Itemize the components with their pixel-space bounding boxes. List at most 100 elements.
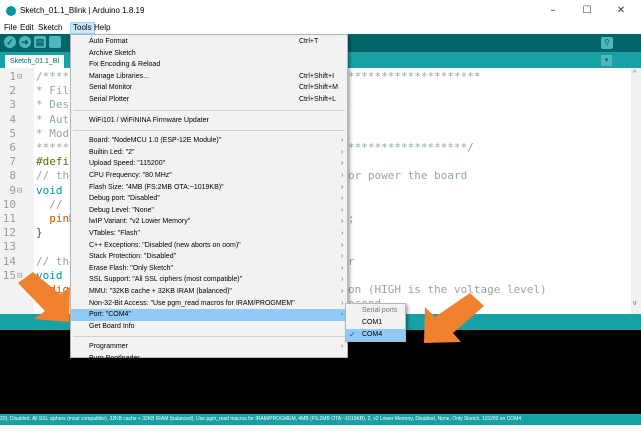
tools-item-debug-level-none[interactable]: Debug Level: "None" ›	[71, 205, 347, 217]
port-option-com1[interactable]: COM1	[346, 317, 405, 329]
line-number: 14	[2, 254, 16, 268]
tools-dropdown-menu: Auto Format Ctrl+T Archive Sketch Fix Encod…	[70, 34, 348, 362]
line-number: 9	[9, 183, 16, 197]
scroll-down-icon[interactable]: v	[633, 300, 637, 307]
menu-item-shortcut: Ctrl+Shift+M	[299, 84, 338, 92]
tools-item-mmu-32kb-cache-32kb-iram-balan[interactable]: MMU: "32KB cache + 32KB IRAM (balanced)"…	[71, 286, 347, 298]
close-button[interactable]: ✕	[606, 2, 636, 20]
line-number: 5	[9, 126, 16, 140]
menu-help[interactable]: Help	[92, 22, 112, 34]
submenu-arrow-icon: ›	[341, 148, 344, 156]
tools-item-wifi101-wifinina-firmware-upda[interactable]: WiFi101 / WiFiNINA Firmware Updater	[71, 115, 347, 127]
menu-item-label: Flash Size: "4MB (FS:2MB OTA:~1019KB)"	[89, 183, 224, 191]
line-number: 7	[9, 155, 16, 169]
serial-monitor-button[interactable]: ⚲	[601, 37, 613, 49]
maximize-button[interactable]: ☐	[572, 2, 602, 20]
menu-edit[interactable]: Edit	[18, 22, 36, 34]
submenu-arrow-icon: ›	[341, 230, 344, 237]
submenu-arrow-icon: ›	[341, 288, 344, 295]
tools-item-ssl-support-all-ssl-ciphers-mo[interactable]: SSL Support: "All SSL ciphers (most comp…	[71, 274, 347, 286]
port-option-label: COM1	[362, 319, 383, 326]
tools-item-vtables-flash[interactable]: VTables: "Flash" ›	[71, 228, 347, 240]
tools-item-upload-speed-115200[interactable]: Upload Speed: "115200" ›	[71, 158, 347, 170]
tools-item-flash-size-4mb-fs-2mb-ota-1019[interactable]: Flash Size: "4MB (FS:2MB OTA:~1019KB)" ›	[71, 182, 347, 194]
submenu-arrow-icon: ›	[341, 137, 344, 145]
menu-file[interactable]: File	[2, 22, 19, 34]
line-number: 6	[9, 141, 16, 154]
line-number: 11	[2, 212, 16, 225]
fold-marker-icon[interactable]: ⊟	[17, 70, 22, 84]
submenu-arrow-icon: ›	[341, 241, 344, 249]
menu-separator	[73, 336, 345, 338]
code-line: del	[36, 297, 70, 311]
line-number: 1	[9, 70, 16, 83]
line-number: 15	[2, 268, 16, 282]
menu-item-label: Serial Monitor	[89, 84, 133, 92]
upload-button[interactable]: ➜	[19, 36, 31, 48]
tools-item-non-32-bit-access-use-pgm-read[interactable]: Non-32-Bit Access: "Use pgm_read macros …	[71, 298, 347, 310]
code-line-tail: r	[348, 254, 355, 268]
menu-item-shortcut: Ctrl+T	[299, 38, 319, 45]
code-line-tail: or power the board	[348, 169, 468, 183]
tools-item-get-board-info[interactable]: Get Board Info	[71, 321, 347, 333]
menu-item-label: MMU: "32KB cache + 32KB IRAM (balanced)"	[89, 288, 232, 295]
tools-item-programmer[interactable]: Programmer ›	[71, 341, 347, 353]
tools-item-c-exceptions-disabled-new-abor[interactable]: C++ Exceptions: "Disabled (new aborts on…	[71, 240, 347, 252]
tools-item-archive-sketch[interactable]: Archive Sketch	[71, 48, 347, 60]
window-title: Sketch_01.1_Blink | Arduino 1.8.19	[20, 6, 145, 15]
submenu-arrow-icon: ›	[341, 311, 344, 319]
scroll-up-icon[interactable]: ^	[633, 70, 636, 77]
menu-item-label: Auto Format	[89, 38, 128, 45]
port-option-com4[interactable]: ✓ COM4	[346, 329, 405, 341]
tools-item-stack-protection-disabled[interactable]: Stack Protection: "Disabled" ›	[71, 251, 347, 263]
fold-marker-icon[interactable]: ⊟	[17, 269, 22, 283]
submenu-arrow-icon: ›	[341, 218, 344, 226]
menu-item-label: Non-32-Bit Access: "Use pgm_read macros …	[89, 299, 295, 307]
tools-item-debug-port-disabled[interactable]: Debug port: "Disabled" ›	[71, 193, 347, 205]
menu-item-label: Debug Level: "None"	[89, 206, 154, 214]
line-number: 3	[9, 98, 16, 112]
tools-item-board-nodemcu-1-0-esp-12e-modu[interactable]: Board: "NodeMCU 1.0 (ESP-12E Module)" ›	[71, 135, 347, 147]
submenu-arrow-icon: ›	[341, 206, 344, 214]
code-line-tail: ;	[348, 212, 355, 225]
submenu-arrow-icon: ›	[341, 299, 344, 307]
tools-item-burn-bootloader[interactable]: Burn Bootloader	[71, 353, 347, 365]
tools-item-auto-format[interactable]: Auto Format Ctrl+T	[71, 36, 347, 48]
open-button[interactable]	[49, 36, 61, 48]
menu-item-label: C++ Exceptions: "Disabled (new aborts on…	[89, 241, 241, 249]
menu-item-label: Builtin Led: "2"	[89, 148, 135, 156]
port-option-label: COM4	[362, 331, 383, 338]
tools-item-serial-plotter[interactable]: Serial Plotter Ctrl+Shift+L	[71, 94, 347, 106]
tools-item-manage-libraries[interactable]: Manage Libraries... Ctrl+Shift+I	[71, 71, 347, 83]
tab-sketch[interactable]: Sketch_01.1_Bl	[5, 55, 65, 68]
tools-item-lwip-variant-v2-lower-memory[interactable]: lwIP Variant: "v2 Lower Memory" ›	[71, 216, 347, 228]
tools-item-erase-flash-only-sketch[interactable]: Erase Flash: "Only Sketch" ›	[71, 263, 347, 275]
menu-bar: File Edit Sketch Tools Help	[0, 22, 641, 34]
verify-button[interactable]: ✓	[4, 36, 16, 48]
tab-menu-button[interactable]: ▾	[601, 55, 612, 66]
serial-ports-header-label: Serial ports	[362, 307, 398, 314]
fold-marker-icon[interactable]: ⊟	[17, 184, 22, 198]
tools-item-serial-monitor[interactable]: Serial Monitor Ctrl+Shift+M	[71, 82, 347, 94]
tools-item-cpu-frequency-80-mhz[interactable]: CPU Frequency: "80 MHz" ›	[71, 170, 347, 182]
submenu-arrow-icon: ›	[341, 264, 344, 272]
menu-sketch[interactable]: Sketch	[36, 22, 64, 34]
menu-item-label: Burn Bootloader	[89, 355, 140, 362]
menu-tools[interactable]: Tools	[70, 22, 95, 34]
submenu-arrow-icon: ›	[341, 172, 344, 179]
editor-scrollbar[interactable]: ^ v	[631, 68, 641, 314]
line-number: 8	[9, 169, 16, 183]
minimize-button[interactable]: –	[538, 2, 568, 20]
arduino-logo-icon	[6, 6, 16, 16]
tools-item-fix-encoding-reload[interactable]: Fix Encoding & Reload	[71, 59, 347, 71]
status-bar: 20), Disabled, All SSL ciphers (most com…	[0, 414, 641, 425]
new-button[interactable]: ▤	[34, 36, 46, 48]
menu-item-label: Port: "COM4"	[89, 311, 131, 319]
port-submenu: Serial ports COM1 ✓ COM4	[345, 303, 406, 342]
tools-item-builtin-led-2[interactable]: Builtin Led: "2" ›	[71, 147, 347, 159]
title-bar: Sketch_01.1_Blink | Arduino 1.8.19 – ☐ ✕	[0, 0, 641, 22]
check-icon: ✓	[349, 330, 356, 339]
tools-item-port-com4[interactable]: Port: "COM4" ›	[71, 309, 347, 321]
menu-item-label: SSL Support: "All SSL ciphers (most comp…	[89, 276, 243, 284]
menu-item-label: WiFi101 / WiFiNINA Firmware Updater	[89, 116, 209, 124]
